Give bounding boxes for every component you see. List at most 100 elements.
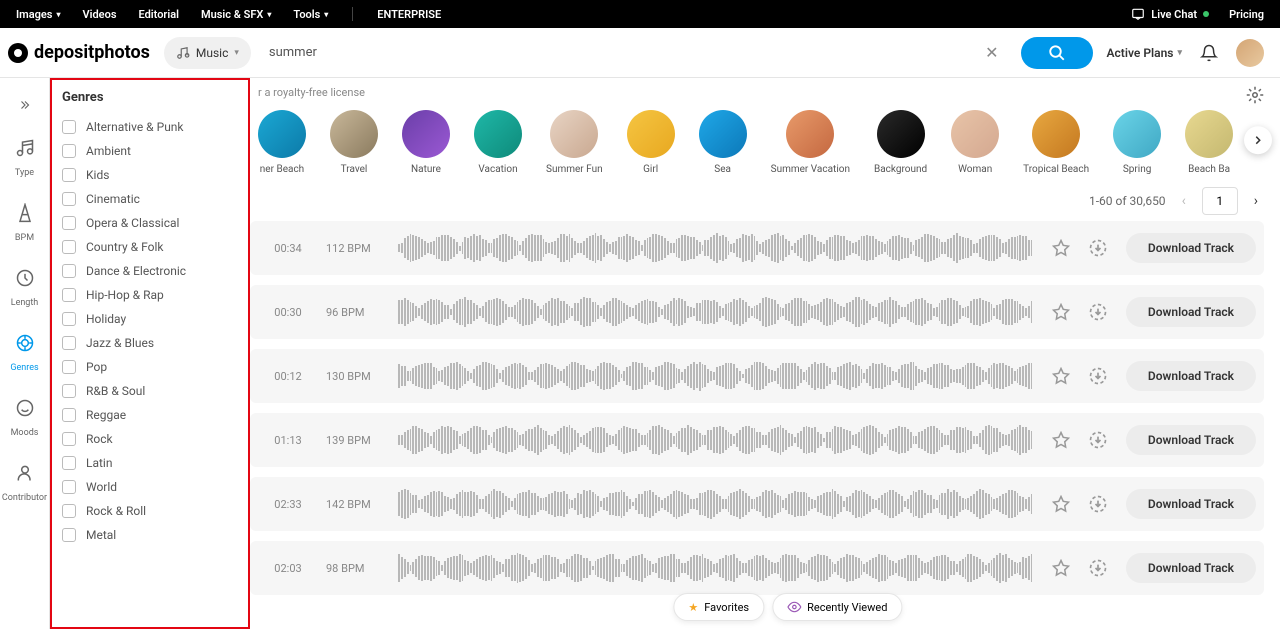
media-type-select[interactable]: Music ▾ <box>164 37 251 69</box>
clear-search-button[interactable]: ✕ <box>977 43 1006 62</box>
genre-row[interactable]: R&B & Soul <box>62 379 238 403</box>
genre-row[interactable]: Dance & Electronic <box>62 259 238 283</box>
checkbox[interactable] <box>62 240 76 254</box>
sidebar-item-bpm[interactable]: BPM <box>0 193 49 254</box>
download-icon[interactable] <box>1088 494 1108 514</box>
collapse-sidebar-button[interactable] <box>6 86 44 124</box>
category-item[interactable]: Background <box>874 110 927 175</box>
active-plans-button[interactable]: Active Plans ▾ <box>1107 46 1182 60</box>
checkbox[interactable] <box>62 384 76 398</box>
page-prev[interactable]: ‹ <box>1178 189 1190 213</box>
live-chat-button[interactable]: Live Chat <box>1131 7 1209 21</box>
download-track-button[interactable]: Download Track <box>1126 361 1256 391</box>
sidebar-item-type[interactable]: Type <box>0 128 49 189</box>
waveform[interactable] <box>398 489 1032 519</box>
recently-viewed-button[interactable]: Recently Viewed <box>772 593 902 621</box>
nav-images[interactable]: Images▾ <box>16 8 60 21</box>
category-item[interactable]: Woman <box>951 110 999 175</box>
nav-videos[interactable]: Videos <box>82 8 116 21</box>
checkbox[interactable] <box>62 480 76 494</box>
category-item[interactable]: Sea <box>699 110 747 175</box>
settings-icon[interactable] <box>1246 86 1264 104</box>
category-item[interactable]: Nature <box>402 110 450 175</box>
genre-row[interactable]: Rock <box>62 427 238 451</box>
checkbox[interactable] <box>62 456 76 470</box>
category-item[interactable]: Spring <box>1113 110 1161 175</box>
genre-row[interactable]: Reggae <box>62 403 238 427</box>
genre-row[interactable]: Jazz & Blues <box>62 331 238 355</box>
checkbox[interactable] <box>62 120 76 134</box>
genre-row[interactable]: Country & Folk <box>62 235 238 259</box>
waveform[interactable] <box>398 361 1032 391</box>
download-track-button[interactable]: Download Track <box>1126 489 1256 519</box>
search-button[interactable] <box>1021 37 1093 69</box>
nav-pricing[interactable]: Pricing <box>1229 8 1264 21</box>
genre-row[interactable]: Opera & Classical <box>62 211 238 235</box>
waveform[interactable] <box>398 553 1032 583</box>
sidebar-item-length[interactable]: Length <box>0 258 49 319</box>
category-item[interactable]: Summer Fun <box>546 110 603 175</box>
nav-enterprise[interactable]: ENTERPRISE <box>377 8 441 21</box>
genre-row[interactable]: World <box>62 475 238 499</box>
star-icon[interactable] <box>1052 431 1070 449</box>
star-icon[interactable] <box>1052 367 1070 385</box>
sidebar-item-genres[interactable]: Genres <box>0 323 49 384</box>
download-icon[interactable] <box>1088 430 1108 450</box>
star-icon[interactable] <box>1052 559 1070 577</box>
genre-row[interactable]: Holiday <box>62 307 238 331</box>
genre-row[interactable]: Ambient <box>62 139 238 163</box>
favorites-button[interactable]: ★ Favorites <box>673 593 764 621</box>
category-item[interactable]: Travel <box>330 110 378 175</box>
nav-music-sfx[interactable]: Music & SFX▾ <box>201 8 271 21</box>
categories-scroll-right[interactable] <box>1244 126 1272 154</box>
download-track-button[interactable]: Download Track <box>1126 233 1256 263</box>
checkbox[interactable] <box>62 432 76 446</box>
waveform[interactable] <box>398 233 1032 263</box>
download-icon[interactable] <box>1088 366 1108 386</box>
genre-row[interactable]: Cinematic <box>62 187 238 211</box>
download-icon[interactable] <box>1088 238 1108 258</box>
checkbox[interactable] <box>62 408 76 422</box>
category-item[interactable]: Beach Ba <box>1185 110 1233 175</box>
checkbox[interactable] <box>62 288 76 302</box>
category-item[interactable]: Tropical Beach <box>1023 110 1089 175</box>
genre-row[interactable]: Hip-Hop & Rap <box>62 283 238 307</box>
genre-row[interactable]: Latin <box>62 451 238 475</box>
genre-row[interactable]: Metal <box>62 523 238 547</box>
download-track-button[interactable]: Download Track <box>1126 297 1256 327</box>
checkbox[interactable] <box>62 528 76 542</box>
checkbox[interactable] <box>62 192 76 206</box>
search-input[interactable] <box>265 37 977 68</box>
genre-row[interactable]: Rock & Roll <box>62 499 238 523</box>
category-item[interactable]: Girl <box>627 110 675 175</box>
checkbox[interactable] <box>62 264 76 278</box>
checkbox[interactable] <box>62 360 76 374</box>
download-track-button[interactable]: Download Track <box>1126 425 1256 455</box>
checkbox[interactable] <box>62 168 76 182</box>
star-icon[interactable] <box>1052 303 1070 321</box>
logo[interactable]: depositphotos <box>8 42 150 63</box>
sidebar-item-moods[interactable]: Moods <box>0 388 49 449</box>
download-icon[interactable] <box>1088 302 1108 322</box>
genre-row[interactable]: Alternative & Punk <box>62 115 238 139</box>
checkbox[interactable] <box>62 144 76 158</box>
genre-row[interactable]: Pop <box>62 355 238 379</box>
genre-row[interactable]: Kids <box>62 163 238 187</box>
waveform[interactable] <box>398 297 1032 327</box>
checkbox[interactable] <box>62 216 76 230</box>
checkbox[interactable] <box>62 504 76 518</box>
category-item[interactable]: ner Beach <box>258 110 306 175</box>
star-icon[interactable] <box>1052 239 1070 257</box>
nav-tools[interactable]: Tools▾ <box>293 8 328 21</box>
page-next[interactable]: › <box>1250 189 1262 213</box>
avatar[interactable] <box>1236 39 1264 67</box>
download-icon[interactable] <box>1088 558 1108 578</box>
waveform[interactable] <box>398 425 1032 455</box>
download-track-button[interactable]: Download Track <box>1126 553 1256 583</box>
notifications-icon[interactable] <box>1200 44 1218 62</box>
category-item[interactable]: Summer Vacation <box>771 110 850 175</box>
page-input[interactable] <box>1202 187 1238 215</box>
category-item[interactable]: Vacation <box>474 110 522 175</box>
checkbox[interactable] <box>62 336 76 350</box>
nav-editorial[interactable]: Editorial <box>138 8 179 21</box>
